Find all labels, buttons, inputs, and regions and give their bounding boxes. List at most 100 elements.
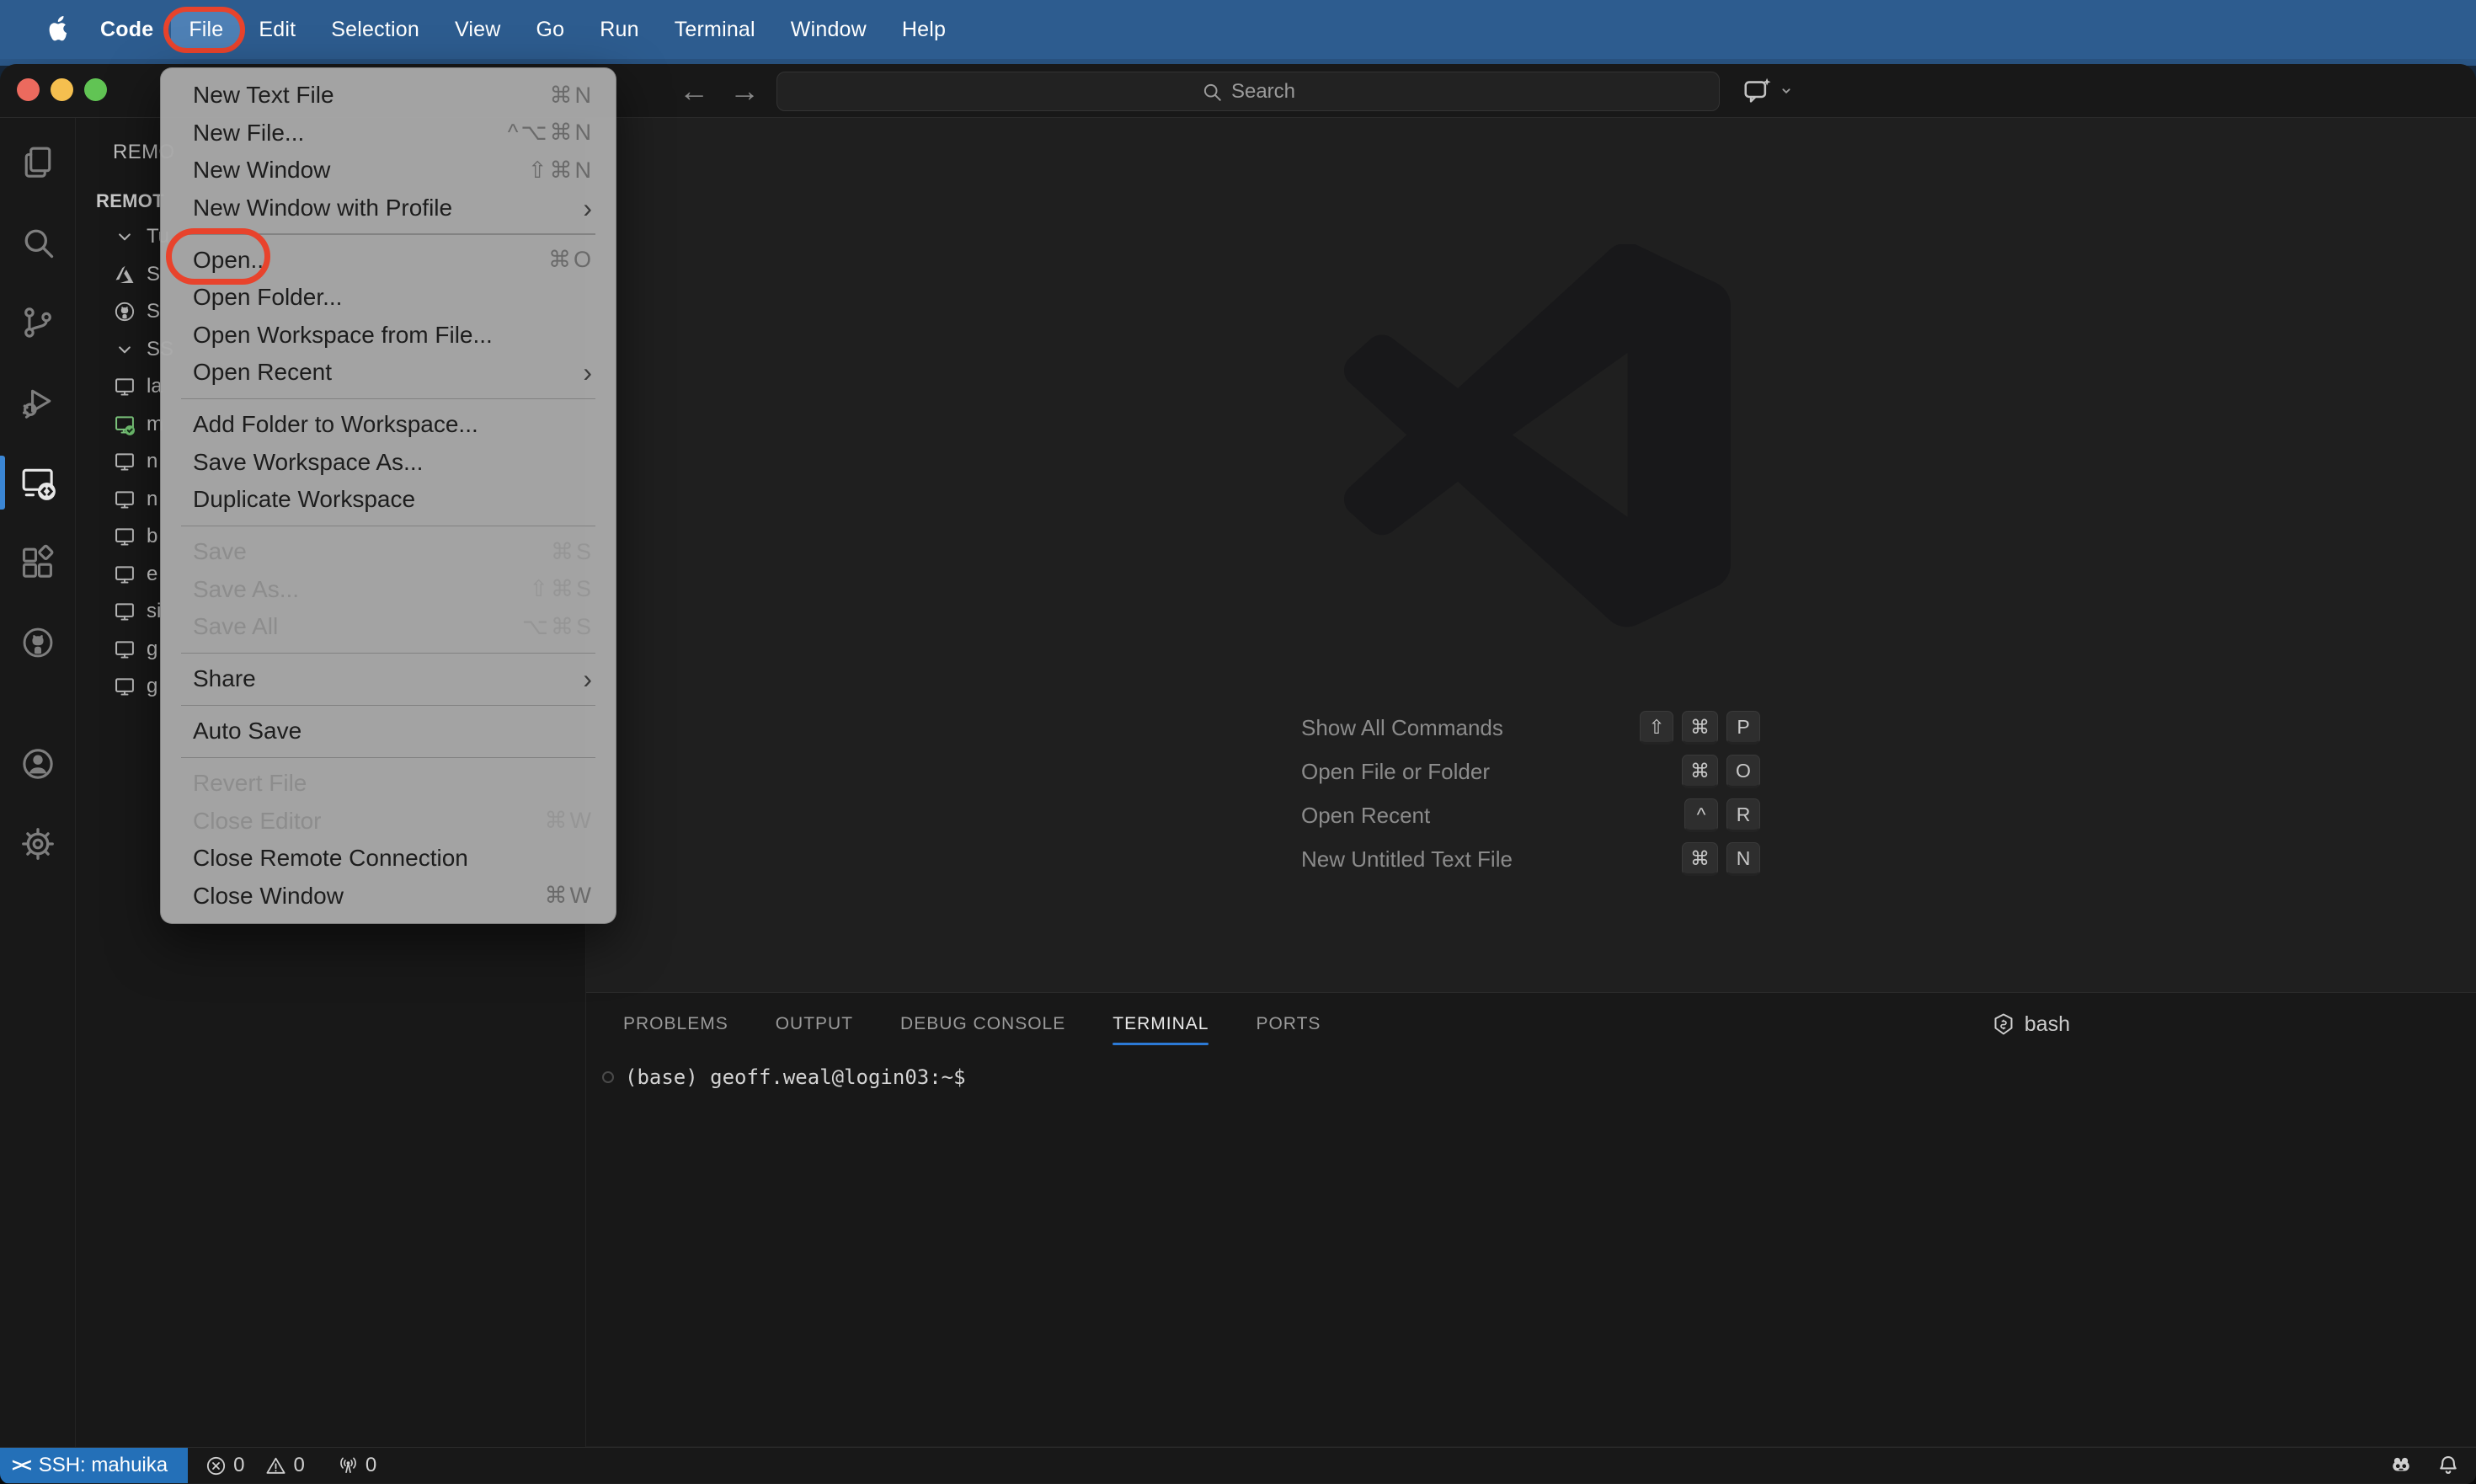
menubar-hotspot-button[interactable]: [1879, 16, 1907, 44]
copilot-status-icon[interactable]: [2388, 1453, 2414, 1478]
menubar-menu-help[interactable]: Help: [884, 12, 963, 48]
copilot-menu-button[interactable]: [1742, 75, 1796, 107]
menu-item-close-window[interactable]: Close Window ⌘W ›: [161, 878, 616, 915]
ports-status[interactable]: 0: [337, 1454, 376, 1477]
github-icon: [19, 624, 56, 661]
menu-item-open-folder[interactable]: Open Folder... ›: [161, 279, 616, 317]
zoom-window-button[interactable]: [84, 78, 107, 101]
navigate-forward-button[interactable]: →: [729, 76, 760, 106]
navigate-back-button[interactable]: ←: [679, 76, 709, 106]
accounts-button[interactable]: [0, 745, 76, 783]
remote-explorer-icon: [19, 464, 56, 501]
toolbar-divider[interactable]: [2323, 1012, 2348, 1037]
close-panel-button[interactable]: [2415, 1012, 2441, 1037]
menubar-camera-app-button[interactable]: [1584, 16, 1612, 44]
extensions-activity-button[interactable]: [0, 543, 76, 582]
menu-item-new-window-with-profile[interactable]: New Window with Profile ›: [161, 190, 616, 227]
menubar-control-center-button[interactable]: [2174, 16, 2201, 44]
search-placeholder: Search: [1230, 79, 1296, 103]
menubar-menu-run[interactable]: Run: [582, 12, 656, 48]
menu-item-add-folder-to-workspace[interactable]: Add Folder to Workspace... ›: [161, 406, 616, 444]
monitor-icon: [113, 638, 136, 661]
menubar-security-app-button[interactable]: [1643, 16, 1671, 44]
menu-item-open-workspace-from-file[interactable]: Open Workspace from File... ›: [161, 317, 616, 355]
minimize-window-button[interactable]: [51, 78, 73, 101]
tab-debug-console[interactable]: DEBUG CONSOLE: [900, 993, 1065, 1055]
menubar-menu-code[interactable]: Code: [83, 12, 171, 48]
menu-item-close-remote-connection[interactable]: Close Remote Connection ›: [161, 840, 616, 878]
menubar-menu-view[interactable]: View: [437, 12, 519, 48]
menubar-menu-terminal[interactable]: Terminal: [657, 12, 773, 48]
chevron-down-icon: [113, 225, 136, 248]
monitor-icon: [113, 375, 136, 398]
menubar-device-app-button[interactable]: [1702, 16, 1730, 44]
tab-problems[interactable]: PROBLEMS: [623, 993, 728, 1055]
kill-terminal-button[interactable]: [2230, 1012, 2255, 1037]
menubar-battery-button[interactable]: [1997, 16, 2025, 44]
menu-item-save-all[interactable]: Save All ⌥⌘S ›: [161, 608, 616, 646]
menu-item-revert-file[interactable]: Revert File ›: [161, 765, 616, 803]
file-menu-item[interactable]: ›: [161, 750, 616, 766]
menu-item-new-file[interactable]: New File... ^⌥⌘N ›: [161, 115, 616, 152]
menu-item-new-window[interactable]: New Window ⇧⌘N ›: [161, 152, 616, 190]
terminal-instance[interactable]: bash: [1991, 1012, 2070, 1037]
file-menu-item[interactable]: ›: [161, 227, 616, 242]
toggle-panel-button[interactable]: [2380, 76, 2410, 106]
tab-terminal[interactable]: TERMINAL: [1113, 993, 1209, 1055]
toggle-primary-sidebar-button[interactable]: [2333, 76, 2363, 106]
new-terminal-button[interactable]: [2091, 1012, 2116, 1037]
menu-item-close-editor[interactable]: Close Editor ⌘W ›: [161, 803, 616, 841]
menu-item-new-text-file[interactable]: New Text File ⌘N ›: [161, 77, 616, 115]
toggle-secondary-sidebar-button[interactable]: [2427, 76, 2457, 106]
sidebar-section-header[interactable]: REMOT: [96, 190, 164, 212]
menu-item-save[interactable]: Save ⌘S ›: [161, 533, 616, 571]
menubar-menu-window[interactable]: Window: [773, 12, 884, 48]
menubar-menu-go[interactable]: Go: [519, 12, 583, 48]
tab-ports[interactable]: PORTS: [1256, 993, 1321, 1055]
remote-indicator[interactable]: >< SSH: mahuika: [0, 1448, 189, 1483]
monitor-connected-icon: [113, 413, 136, 436]
menubar-bluetooth-button[interactable]: [1938, 16, 1966, 44]
copilot-chat-icon: [1742, 75, 1774, 107]
remote-explorer-activity-button[interactable]: [0, 456, 76, 510]
menubar-wifi-button[interactable]: [2056, 16, 2084, 44]
file-menu-item[interactable]: ›: [161, 392, 616, 407]
menubar-leaf-app-button[interactable]: [1761, 16, 1789, 44]
close-window-button[interactable]: [17, 78, 40, 101]
menu-item-share[interactable]: Share ›: [161, 660, 616, 698]
github-icon: [113, 300, 136, 323]
menu-item-save-workspace-as[interactable]: Save Workspace As... ›: [161, 444, 616, 482]
file-menu-item[interactable]: ›: [161, 698, 616, 713]
menubar-menu-file[interactable]: File: [171, 11, 242, 48]
explorer-activity-button[interactable]: [0, 143, 76, 182]
github-activity-button[interactable]: [0, 623, 76, 662]
menu-item-save-as[interactable]: Save As... ⇧⌘S ›: [161, 571, 616, 609]
customize-layout-button[interactable]: [2286, 76, 2316, 106]
terminal-content[interactable]: (base) geoff.weal@login03:~$: [586, 1065, 966, 1089]
notifications-bell-icon[interactable]: [2436, 1453, 2461, 1478]
menubar-spotlight-button[interactable]: [2115, 16, 2142, 44]
account-icon: [19, 745, 56, 782]
tab-output[interactable]: OUTPUT: [776, 993, 853, 1055]
maximize-panel-button[interactable]: [2369, 1012, 2394, 1037]
terminal-toolbar: bash: [1991, 993, 2441, 1055]
menu-item-duplicate-workspace[interactable]: Duplicate Workspace ›: [161, 481, 616, 519]
command-center-search[interactable]: Search: [776, 72, 1720, 111]
file-menu-item[interactable]: ›: [161, 519, 616, 534]
terminal-more-actions-button[interactable]: [2276, 1012, 2302, 1037]
run-debug-activity-button[interactable]: [0, 383, 76, 422]
menu-item-open-recent[interactable]: Open Recent ›: [161, 354, 616, 392]
settings-button[interactable]: [0, 825, 76, 863]
apple-menu-icon[interactable]: [42, 13, 71, 46]
problems-status[interactable]: 0 0: [205, 1454, 305, 1477]
terminal-launch-profile-button[interactable]: [2137, 1012, 2163, 1037]
source-control-activity-button[interactable]: [0, 303, 76, 342]
menu-item-auto-save[interactable]: Auto Save ›: [161, 713, 616, 750]
file-menu-item[interactable]: ›: [161, 646, 616, 661]
menubar-bed-app-button[interactable]: [1820, 16, 1848, 44]
search-activity-button[interactable]: [0, 223, 76, 262]
menu-item-open[interactable]: Open... ⌘O ›: [161, 242, 616, 280]
menubar-menu-selection[interactable]: Selection: [313, 12, 437, 48]
menubar-menu-edit[interactable]: Edit: [241, 12, 313, 48]
split-terminal-button[interactable]: [2184, 1012, 2209, 1037]
